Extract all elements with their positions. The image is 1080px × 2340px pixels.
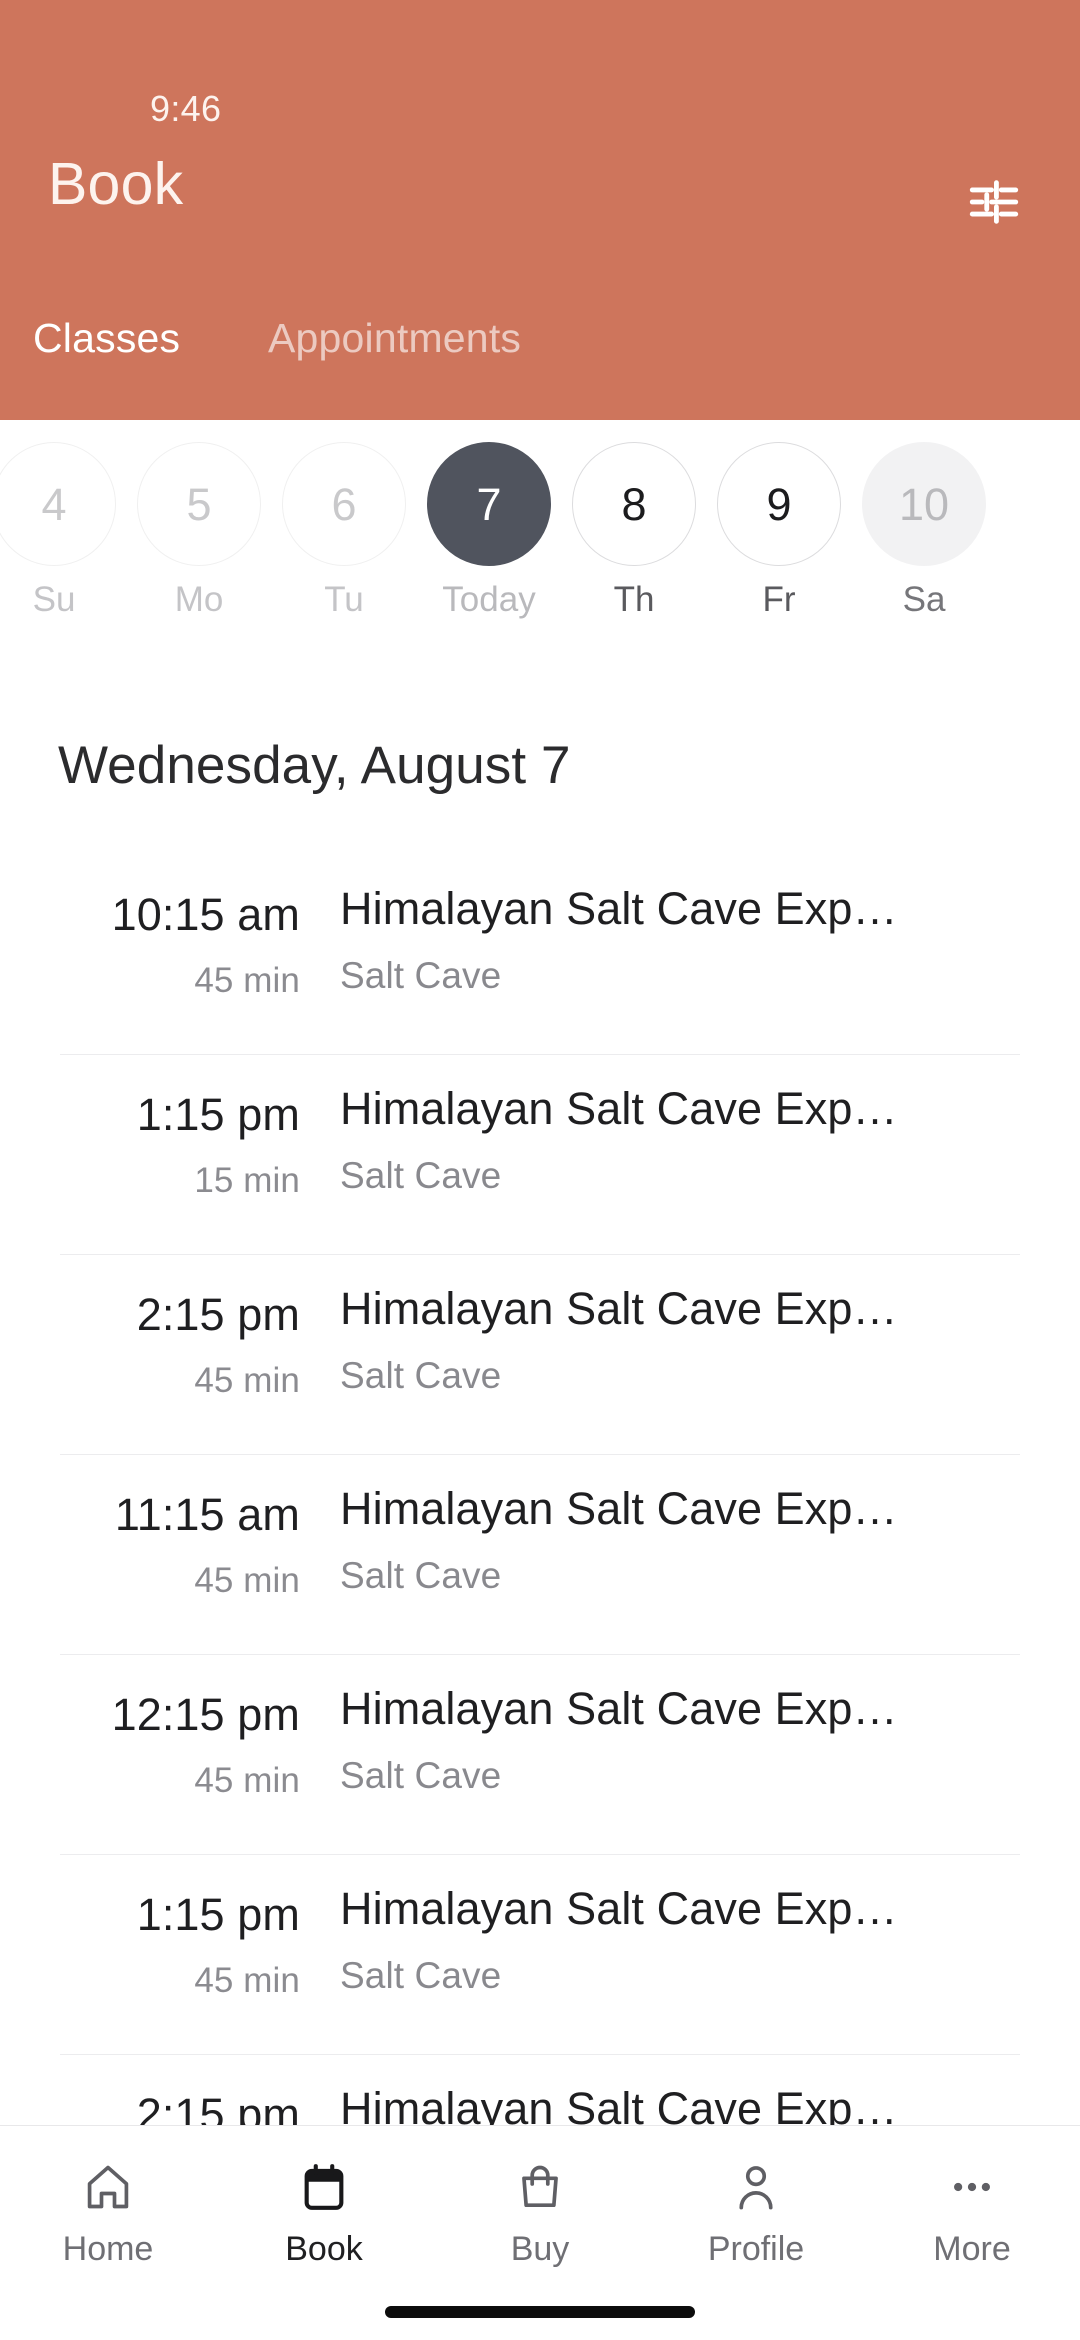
class-start-time: 2:15 pm xyxy=(136,1289,300,1340)
class-title: Himalayan Salt Cave Exp… xyxy=(340,1683,898,1734)
class-start-time: 10:15 am xyxy=(111,889,300,940)
date-chip-weekday: Today xyxy=(442,580,536,619)
class-location: Salt Cave xyxy=(340,1155,502,1196)
class-list-item[interactable]: 10:15 am 45 min Himalayan Salt Cave Exp… Sa… xyxy=(0,855,1080,1055)
date-chip-5[interactable]: 5 Mo xyxy=(131,442,267,642)
date-chip-number: 10 xyxy=(862,442,986,566)
home-icon xyxy=(82,2154,134,2220)
class-list-item[interactable]: 12:15 pm 45 min Himalayan Salt Cave Exp… Sa… xyxy=(0,1655,1080,1855)
date-chip-number: 7 xyxy=(427,442,551,566)
filter-button[interactable] xyxy=(956,166,1032,242)
date-chip-number: 4 xyxy=(0,442,116,566)
class-duration: 45 min xyxy=(194,961,300,1000)
selected-date-heading: Wednesday, August 7 xyxy=(58,736,571,795)
class-title: Himalayan Salt Cave Exp… xyxy=(340,1083,898,1134)
nav-item-label: Buy xyxy=(510,2230,570,2268)
date-chip-weekday: Mo xyxy=(174,580,224,619)
class-title: Himalayan Salt Cave Exp… xyxy=(340,1883,898,1934)
home-indicator xyxy=(385,2306,695,2318)
header-tabs: Classes Appointments xyxy=(0,315,1080,407)
date-chip-weekday: Su xyxy=(32,580,76,619)
nav-item-book[interactable]: Book xyxy=(216,2154,432,2304)
class-title: Himalayan Salt Cave Exp… xyxy=(340,883,898,934)
class-location: Salt Cave xyxy=(340,1955,502,1996)
nav-item-profile[interactable]: Profile xyxy=(648,2154,864,2304)
class-list-item[interactable]: 1:15 pm 45 min Himalayan Salt Cave Exp… Sal… xyxy=(0,1855,1080,2055)
nav-item-label: Book xyxy=(285,2230,363,2268)
bottom-navigation: More Profile Buy Book Home xyxy=(0,2125,1080,2340)
date-chip-10[interactable]: 10 Sa xyxy=(856,442,992,642)
date-chip-weekday: Fr xyxy=(762,580,796,619)
date-chip-weekday: Tu xyxy=(324,580,364,619)
class-list[interactable]: 10:15 am 45 min Himalayan Salt Cave Exp… Sa… xyxy=(0,855,1080,2135)
class-location: Salt Cave xyxy=(340,1555,502,1596)
class-title: Himalayan Salt Cave Exp… xyxy=(340,1483,898,1534)
calendar-icon xyxy=(298,2154,350,2220)
date-chip-9[interactable]: 9 Fr xyxy=(711,442,847,642)
class-duration: 15 min xyxy=(194,1161,300,1200)
tab-appointments[interactable]: Appointments xyxy=(268,315,521,362)
class-list-item[interactable]: 1:15 pm 15 min Himalayan Salt Cave Exp… Sal… xyxy=(0,1055,1080,1255)
class-duration: 45 min xyxy=(194,1561,300,1600)
nav-item-label: More xyxy=(933,2230,1011,2268)
nav-item-more[interactable]: More xyxy=(864,2154,1080,2304)
tune-icon xyxy=(965,173,1023,236)
nav-item-label: Home xyxy=(62,2230,154,2268)
date-chip-number: 8 xyxy=(572,442,696,566)
app-root: 9:46 Book Classes Appointments 4 Su 5 Mo… xyxy=(0,0,1080,2340)
class-list-item[interactable]: 2:15 pm Himalayan Salt Cave Exp… xyxy=(0,2055,1080,2135)
date-chip-number: 9 xyxy=(717,442,841,566)
date-chip-number: 6 xyxy=(282,442,406,566)
class-duration: 45 min xyxy=(194,1761,300,1800)
date-chip-weekday: Th xyxy=(613,580,655,619)
ellipsis-icon xyxy=(946,2154,998,2220)
status-bar: 9:46 xyxy=(0,40,1080,129)
class-location: Salt Cave xyxy=(340,955,502,996)
nav-item-buy[interactable]: Buy xyxy=(432,2154,648,2304)
date-chip-7[interactable]: 7 Today xyxy=(421,442,557,642)
status-bar-clock: 9:46 xyxy=(150,88,222,129)
date-chip-6[interactable]: 6 Tu xyxy=(276,442,412,642)
tab-classes[interactable]: Classes xyxy=(33,315,180,362)
date-chip-weekday: Sa xyxy=(902,580,946,619)
date-chip-number: 5 xyxy=(137,442,261,566)
class-list-item[interactable]: 11:15 am 45 min Himalayan Salt Cave Exp… Sa… xyxy=(0,1455,1080,1655)
class-location: Salt Cave xyxy=(340,1355,502,1396)
class-title: Himalayan Salt Cave Exp… xyxy=(340,1283,898,1334)
nav-item-home[interactable]: Home xyxy=(0,2154,216,2304)
app-header: 9:46 Book Classes Appointments xyxy=(0,0,1080,420)
class-location: Salt Cave xyxy=(340,1755,502,1796)
class-start-time: 12:15 pm xyxy=(111,1689,300,1740)
bag-icon xyxy=(514,2154,566,2220)
date-strip[interactable]: 4 Su 5 Mo 6 Tu 7 Today 8 Th 9 Fr 10 Sa xyxy=(0,420,1080,660)
class-start-time: 1:15 pm xyxy=(136,1089,300,1140)
page-title: Book xyxy=(48,151,184,217)
class-list-item[interactable]: 2:15 pm 45 min Himalayan Salt Cave Exp… Sal… xyxy=(0,1255,1080,1455)
person-icon xyxy=(730,2154,782,2220)
date-chip-4[interactable]: 4 Su xyxy=(0,442,122,642)
class-start-time: 11:15 am xyxy=(114,1489,300,1540)
class-duration: 45 min xyxy=(194,1961,300,2000)
class-duration: 45 min xyxy=(194,1361,300,1400)
date-chip-8[interactable]: 8 Th xyxy=(566,442,702,642)
class-start-time: 1:15 pm xyxy=(136,1889,300,1940)
nav-item-label: Profile xyxy=(707,2230,805,2268)
